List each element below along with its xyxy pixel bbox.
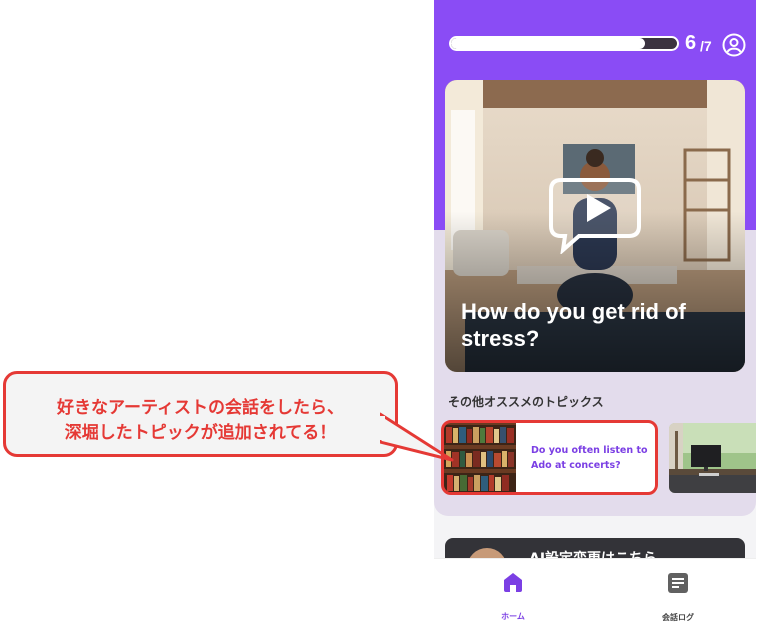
progress-total: /7 [700, 38, 712, 54]
nav-conversation-log[interactable]: 会話ログ [646, 567, 710, 623]
nav-log-label: 会話ログ [662, 613, 694, 622]
annotation-highlight [441, 420, 658, 495]
nav-home-label: ホーム [501, 612, 525, 621]
log-icon [668, 573, 688, 593]
topic-card[interactable] [669, 423, 756, 493]
play-bubble-icon[interactable] [547, 176, 643, 254]
nav-home[interactable]: ホーム [486, 567, 540, 623]
hero-video-card[interactable]: How do you get rid of stress? [445, 80, 745, 372]
home-icon [504, 573, 522, 592]
annotation-line-2: 深堀したトピックが追加されてる！ [64, 423, 337, 443]
hero-title: How do you get rid of stress? [461, 299, 686, 351]
annotation-line-1: 好きなアーティストの会話をしたら、 [57, 398, 344, 418]
profile-icon[interactable] [722, 33, 746, 57]
app-screen: 6 /7 How do you get rid of stress? その他オス… [434, 0, 756, 636]
progress-bar [449, 36, 679, 51]
bottom-nav: ホーム 会話ログ [434, 558, 756, 636]
desk-thumbnail [669, 423, 756, 493]
progress-current: 6 [685, 32, 697, 54]
progress-bar-fill [451, 38, 646, 49]
topics-heading: その他オススメのトピックス [448, 395, 604, 409]
